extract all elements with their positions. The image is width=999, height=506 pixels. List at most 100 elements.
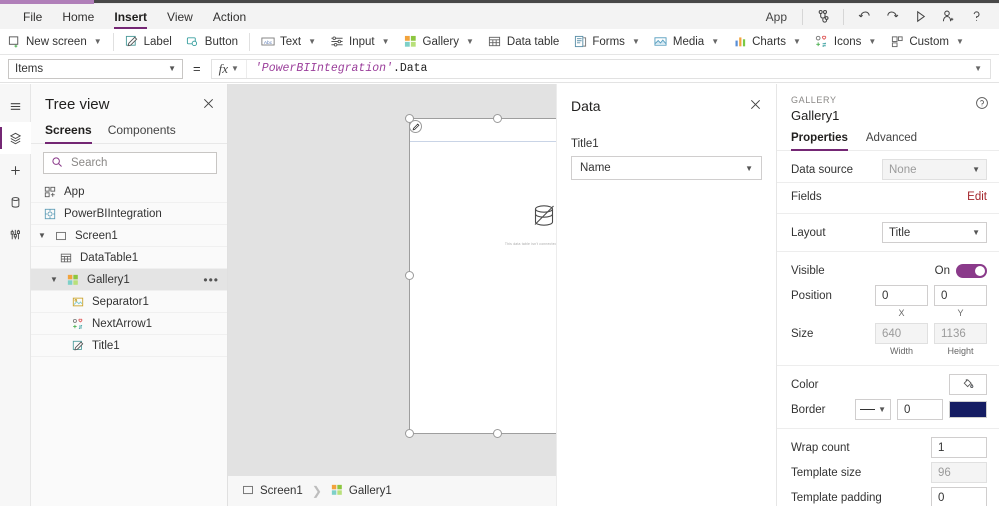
menu-item-home[interactable]: Home: [53, 6, 103, 28]
screen-preview[interactable]: This data table isn't connected to any d…: [409, 118, 556, 434]
chevron-expanded-icon[interactable]: ▼: [49, 275, 59, 284]
ribbon-forms[interactable]: Forms ▼: [566, 32, 647, 52]
size-width-input[interactable]: 640: [875, 323, 928, 344]
data-icon[interactable]: [0, 186, 31, 218]
ribbon-charts[interactable]: Charts ▼: [726, 32, 808, 52]
search-box[interactable]: [43, 152, 217, 174]
ribbon-button[interactable]: Button: [179, 32, 245, 52]
field-value-text: Name: [580, 162, 611, 174]
color-picker-button[interactable]: [949, 374, 987, 395]
resize-handle-bottom-center[interactable]: [493, 429, 502, 438]
data-panel-header: Data: [557, 84, 776, 114]
tab-screens[interactable]: Screens: [45, 121, 92, 144]
property-selector-value: Items: [15, 62, 44, 75]
chevron-down-icon: ▼: [93, 37, 102, 46]
app-label[interactable]: App: [758, 10, 795, 24]
position-y-input[interactable]: 0: [934, 285, 987, 306]
border-label: Border: [791, 403, 826, 416]
formula-expand-icon[interactable]: ▼: [974, 64, 990, 73]
tree-node-title1[interactable]: Title1: [31, 335, 227, 357]
size-height-input[interactable]: 1136: [934, 323, 987, 344]
fields-edit-link[interactable]: Edit: [967, 191, 987, 203]
tree-view-search-wrap: [31, 144, 227, 181]
tab-properties[interactable]: Properties: [791, 132, 848, 151]
template-padding-input[interactable]: 0: [931, 487, 987, 506]
wrap-count-input[interactable]: 1: [931, 437, 987, 458]
tree-node-label: Title1: [92, 339, 120, 352]
share-user-icon[interactable]: [935, 6, 961, 28]
ribbon-media[interactable]: Media ▼: [647, 32, 726, 52]
resize-handle-mid-left[interactable]: [405, 271, 414, 280]
tree-node-separator1[interactable]: Separator1: [31, 291, 227, 313]
tree-view-icon[interactable]: [0, 122, 31, 154]
formula-input[interactable]: fx ▼ 'PowerBIIntegration'.Data ▼: [210, 58, 991, 79]
row-layout: Layout Title ▼: [777, 220, 999, 245]
property-selector[interactable]: Items ▼: [8, 58, 183, 79]
more-options-icon[interactable]: •••: [203, 273, 219, 287]
border-width-input[interactable]: 0: [897, 399, 943, 420]
help-icon[interactable]: [963, 6, 989, 28]
design-canvas[interactable]: This data table isn't connected to any d…: [228, 84, 556, 506]
breadcrumb-gallery1[interactable]: Gallery1: [331, 484, 392, 499]
chevron-expanded-icon[interactable]: ▼: [37, 231, 47, 240]
undo-icon[interactable]: [851, 6, 877, 28]
checker-icon[interactable]: [810, 6, 836, 28]
close-icon[interactable]: [749, 98, 762, 114]
size-sublabels: Width Height: [777, 346, 999, 359]
ribbon-data-table[interactable]: Data table: [481, 32, 566, 52]
insert-icon[interactable]: [0, 154, 31, 186]
position-y-sublabel: Y: [957, 308, 964, 318]
position-x-input[interactable]: 0: [875, 285, 928, 306]
visible-toggle[interactable]: [956, 263, 987, 278]
tree-node-label: DataTable1: [80, 251, 139, 264]
tree-node-app[interactable]: App: [31, 181, 227, 203]
tree-node-datatable1[interactable]: DataTable1: [31, 247, 227, 269]
help-icon[interactable]: [975, 96, 989, 113]
chevron-down-icon: ▼: [792, 37, 801, 46]
ribbon-gallery[interactable]: Gallery ▼: [397, 32, 481, 52]
menu-item-action[interactable]: Action: [204, 6, 255, 28]
layout-dropdown[interactable]: Title ▼: [882, 222, 987, 243]
border-color-swatch[interactable]: [949, 401, 987, 418]
ribbon-text[interactable]: Abc Text ▼: [254, 32, 323, 52]
menu-item-file[interactable]: File: [14, 6, 51, 28]
ribbon-label[interactable]: Label: [118, 32, 179, 52]
tree-node-screen1[interactable]: ▼ Screen1: [31, 225, 227, 247]
border-style-dropdown[interactable]: ▼: [855, 399, 891, 420]
tree-node-nextarrow1[interactable]: NextArrow1: [31, 313, 227, 335]
menu-item-insert[interactable]: Insert: [105, 6, 156, 29]
fx-button[interactable]: fx ▼: [212, 59, 247, 78]
tree-node-label: Screen1: [75, 229, 118, 242]
search-input[interactable]: [69, 156, 209, 170]
ribbon-new-screen[interactable]: New screen ▼: [0, 32, 109, 52]
template-size-input[interactable]: 96: [931, 462, 987, 483]
play-icon[interactable]: [907, 6, 933, 28]
breadcrumb-separator: ❯: [311, 484, 322, 498]
section-template: Wrap count 1 Template size 96 Template p…: [777, 429, 999, 506]
next-arrow-icon: [71, 317, 85, 331]
ribbon-custom[interactable]: Custom ▼: [883, 32, 971, 52]
redo-icon[interactable]: [879, 6, 905, 28]
field-value-dropdown[interactable]: Name ▼: [571, 156, 762, 180]
tab-advanced[interactable]: Advanced: [866, 132, 917, 150]
breadcrumb-screen1[interactable]: Screen1: [242, 484, 303, 499]
tree-node-gallery1[interactable]: ▼ Gallery1 •••: [31, 269, 227, 291]
ribbon-new-screen-label: New screen: [26, 35, 87, 48]
ribbon-input[interactable]: Input ▼: [323, 32, 397, 52]
resize-handle-bottom-left[interactable]: [405, 429, 414, 438]
menu-item-view[interactable]: View: [158, 6, 202, 28]
media-rail-icon[interactable]: [0, 218, 31, 250]
ribbon-icons[interactable]: Icons ▼: [808, 32, 883, 52]
resize-handle-top-center[interactable]: [493, 114, 502, 123]
button-icon: [186, 35, 200, 49]
formula-text: 'PowerBIIntegration'.Data: [247, 62, 428, 75]
data-source-dropdown[interactable]: None ▼: [882, 159, 987, 180]
size-label: Size: [791, 327, 814, 340]
tree-node-powerbiintegration[interactable]: PowerBIIntegration: [31, 203, 227, 225]
hamburger-icon[interactable]: [0, 90, 31, 122]
chevron-down-icon: ▼: [230, 64, 239, 73]
tab-components[interactable]: Components: [108, 121, 176, 143]
size-width-sublabel: Width: [889, 346, 913, 356]
close-icon[interactable]: [202, 97, 215, 113]
edit-pencil-badge[interactable]: [409, 120, 422, 133]
